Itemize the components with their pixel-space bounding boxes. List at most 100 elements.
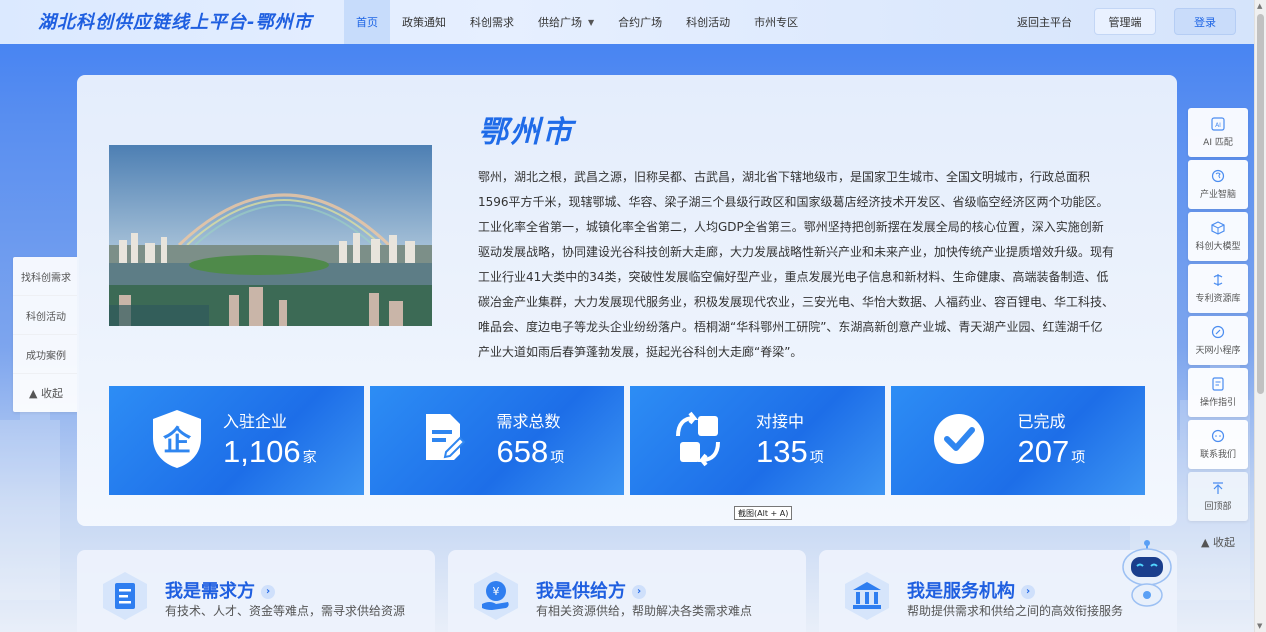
stat-demands[interactable]: 需求总数 658 项 (369, 386, 624, 495)
admin-button[interactable]: 管理端 (1094, 8, 1156, 35)
demand-icon (103, 572, 147, 620)
robot-assistant-icon[interactable] (1117, 539, 1177, 609)
nav-label: 政策通知 (402, 16, 446, 29)
stat-enterprises[interactable]: 企 入驻企业 1,106 家 (109, 386, 364, 495)
chevron-right-icon: › (1021, 585, 1035, 599)
nav-label: 合约广场 (618, 16, 663, 29)
right-collapse-button[interactable]: ▲ 收起 (1188, 529, 1248, 555)
stat-unit: 项 (550, 449, 565, 465)
stat-label: 入驻企业 (223, 412, 288, 431)
guide-icon (1212, 377, 1224, 391)
tool-miniapp[interactable]: 天网小程序 (1188, 316, 1248, 365)
tool-patent[interactable]: 专利资源库 (1188, 264, 1248, 313)
svg-text:AI: AI (1215, 122, 1221, 129)
tool-label: 回顶部 (1204, 502, 1232, 512)
role-card-demand[interactable]: 我是需求方 › 有技术、人才、资金等难点，需寻求供给资源 (77, 550, 435, 632)
main-nav: 首页 政策通知 科创需求 供给广场 ▼ 合约广场 科创活动 市州专区 (344, 0, 810, 44)
ai-match-icon: AI (1211, 117, 1225, 131)
stat-number: 135 (756, 434, 808, 469)
left-item-find-demand[interactable]: 找科创需求 (13, 257, 79, 296)
role-desc: 有技术、人才、资金等难点，需寻求供给资源 (165, 604, 406, 618)
svg-text:企: 企 (163, 424, 192, 457)
tool-label: 科创大模型 (1195, 242, 1241, 252)
scroll-up-icon[interactable]: ▲ (1257, 2, 1262, 10)
city-description: 鄂州，湖北之根，武昌之源，旧称吴都、古武昌，湖北省下辖地级市，是国家卫生城市、全… (478, 170, 1115, 359)
screenshot-tooltip: 截图(Alt + A) (734, 506, 793, 520)
tool-label: 产业智脑 (1199, 190, 1236, 200)
institution-icon (845, 572, 889, 620)
nav-supply[interactable]: 供给广场 ▼ (526, 0, 606, 44)
nav-label: 供给广场 (538, 16, 582, 29)
nav-activity[interactable]: 科创活动 (674, 0, 742, 44)
stat-label: 需求总数 (496, 412, 561, 431)
enterprise-shield-icon: 企 (153, 410, 201, 468)
document-edit-icon (425, 414, 465, 460)
nav-label: 科创活动 (686, 16, 731, 29)
stats-row: 企 入驻企业 1,106 家 需求总数 658 项 对接中 135 项 已完成 … (109, 386, 1145, 495)
chevron-down-icon: ▼ (588, 17, 595, 27)
nav-label: 市州专区 (754, 16, 799, 29)
tool-industry-brain[interactable]: 产业智脑 (1188, 160, 1248, 209)
stat-unit: 项 (1071, 449, 1086, 465)
nav-label: 首页 (356, 16, 378, 29)
industry-brain-icon (1211, 169, 1225, 183)
model-icon (1211, 221, 1225, 235)
nav-contract[interactable]: 合约广场 (606, 0, 674, 44)
stat-unit: 家 (302, 449, 317, 465)
tool-label: AI 匹配 (1203, 138, 1233, 148)
left-item-activity[interactable]: 科创活动 (13, 296, 79, 335)
stat-label: 对接中 (756, 412, 805, 431)
patent-icon (1213, 274, 1223, 286)
nav-demand[interactable]: 科创需求 (458, 0, 526, 44)
tool-back-to-top[interactable]: 回顶部 (1188, 472, 1248, 521)
stat-value: 207 项 (1018, 434, 1086, 470)
role-card-supply[interactable]: ¥ 我是供给方 › 有相关资源供给，帮助解决各类需求难点 (448, 550, 806, 632)
top-header: 湖北科创供应链线上平台-鄂州市 首页 政策通知 科创需求 供给广场 ▼ 合约广场 … (0, 0, 1254, 44)
tool-contact[interactable]: 联系我们 (1188, 420, 1248, 469)
left-item-cases[interactable]: 成功案例 (13, 335, 79, 374)
tool-label: 操作指引 (1199, 398, 1236, 408)
scroll-down-icon[interactable]: ▼ (1257, 622, 1262, 630)
stat-label: 已完成 (1017, 412, 1066, 431)
role-title-text: 我是需求方 (165, 581, 255, 602)
return-main-link[interactable]: 返回主平台 (1017, 14, 1072, 30)
city-intro-card: 鄂州市 鄂州，湖北之根，武昌之源，旧称吴都、古武昌，湖北省下辖地级市，是国家卫生… (77, 75, 1177, 526)
exchange-icon (676, 411, 720, 467)
miniapp-icon (1211, 325, 1225, 339)
stat-number: 658 (496, 434, 549, 469)
stat-unit: 项 (809, 449, 824, 465)
chevron-right-icon: › (261, 585, 275, 599)
stat-number: 207 (1017, 434, 1070, 469)
back-to-top-icon (1213, 482, 1223, 494)
nav-policy[interactable]: 政策通知 (390, 0, 458, 44)
check-circle-icon (933, 414, 984, 464)
role-title-text: 我是服务机构 (907, 581, 1015, 602)
login-button[interactable]: 登录 (1174, 8, 1236, 35)
tool-guide[interactable]: 操作指引 (1188, 368, 1248, 417)
left-collapse-button[interactable]: ▲ 收起 (13, 374, 79, 412)
stat-value: 658 项 (497, 434, 565, 470)
tool-label: 天网小程序 (1195, 346, 1241, 356)
role-desc: 帮助提供需求和供给之间的高效衔接服务 (907, 604, 1124, 618)
chevron-right-icon: › (632, 585, 646, 599)
tool-ai-match[interactable]: AI AI 匹配 (1188, 108, 1248, 157)
city-title: 鄂州市 (478, 115, 574, 150)
page-scrollbar[interactable]: ▲ ▼ (1254, 0, 1266, 632)
city-landscape-photo (109, 145, 432, 326)
site-logo[interactable]: 湖北科创供应链线上平台-鄂州市 (38, 8, 312, 34)
nav-home[interactable]: 首页 (344, 0, 390, 44)
tool-label: 专利资源库 (1195, 294, 1241, 304)
role-title-text: 我是供给方 (536, 581, 626, 602)
scroll-thumb[interactable] (1257, 14, 1264, 394)
role-title: 我是需求方 › (165, 577, 275, 603)
stat-matching[interactable]: 对接中 135 项 (630, 386, 885, 495)
nav-label: 科创需求 (470, 16, 514, 29)
right-toolbar: AI AI 匹配 产业智脑 科创大模型 专利资源库 天网小程序 操作指引 联系我… (1188, 108, 1248, 555)
nav-city-zone[interactable]: 市州专区 (742, 0, 810, 44)
role-title: 我是供给方 › (536, 577, 646, 603)
stat-value: 1,106 家 (223, 434, 317, 470)
tool-model[interactable]: 科创大模型 (1188, 212, 1248, 261)
stat-completed[interactable]: 已完成 207 项 (890, 386, 1145, 495)
svg-text:¥: ¥ (493, 585, 500, 598)
stat-value: 135 项 (756, 434, 824, 470)
